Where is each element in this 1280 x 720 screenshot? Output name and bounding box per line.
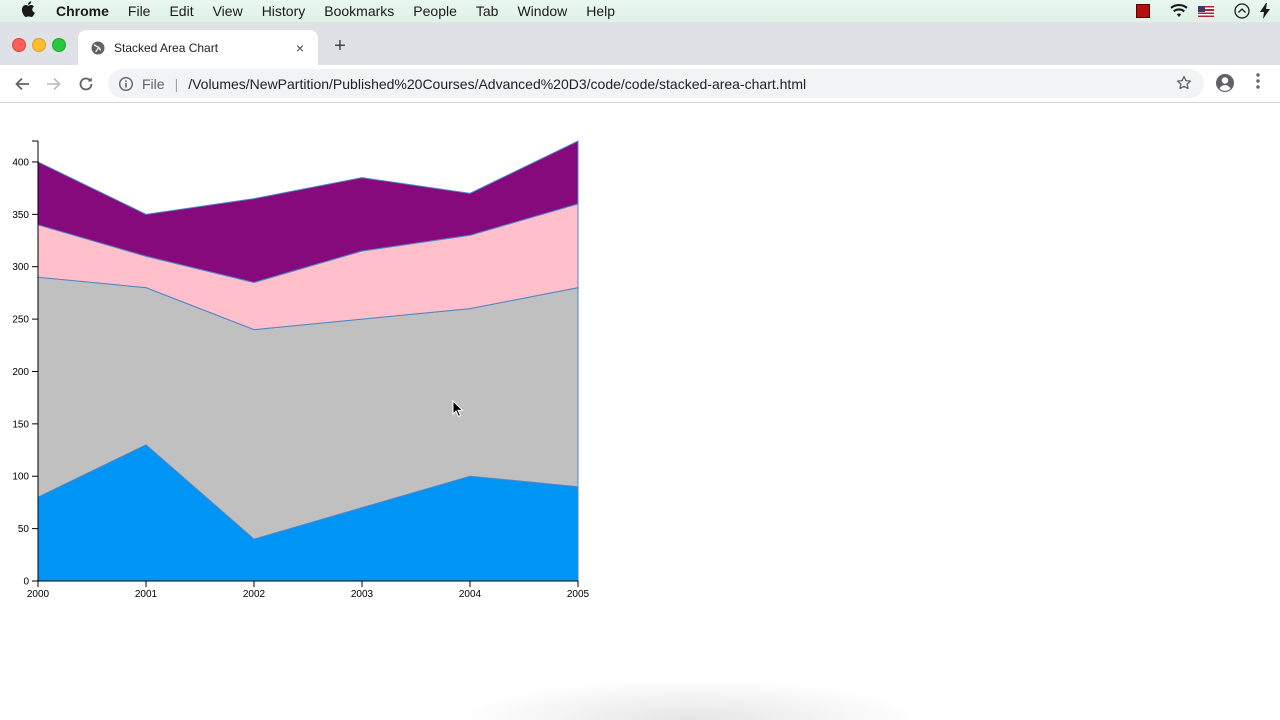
browser-toolbar: File | /Volumes/NewPartition/Published%2… <box>0 65 1280 103</box>
bottom-shadow <box>455 678 925 720</box>
menu-view[interactable]: View <box>213 3 243 19</box>
y-tick-label: 0 <box>23 577 29 588</box>
globe-icon <box>90 40 106 56</box>
x-tick-label: 2002 <box>243 589 266 600</box>
info-icon[interactable] <box>118 76 134 92</box>
y-tick-label: 250 <box>12 315 29 326</box>
menu-people[interactable]: People <box>413 3 457 19</box>
more-menu-icon[interactable] <box>1250 73 1266 93</box>
y-tick-label: 400 <box>12 157 29 168</box>
menu-bookmarks[interactable]: Bookmarks <box>324 3 394 19</box>
menu-window[interactable]: Window <box>517 3 567 19</box>
back-button[interactable] <box>11 73 33 95</box>
tab-title: Stacked Area Chart <box>114 40 219 55</box>
sync-circle-icon[interactable] <box>1234 3 1250 19</box>
arrow-left-icon <box>15 77 29 91</box>
menu-tab[interactable]: Tab <box>476 3 499 19</box>
y-tick-label: 50 <box>18 524 30 535</box>
x-tick-label: 2000 <box>27 589 50 600</box>
bookmark-star-icon[interactable] <box>1176 75 1192 91</box>
tab-strip: Stacked Area Chart × + <box>0 22 1280 65</box>
status-area <box>1136 0 1280 22</box>
reload-button[interactable] <box>75 73 97 95</box>
menu-file[interactable]: File <box>128 3 151 19</box>
us-flag-input-icon[interactable] <box>1198 5 1224 17</box>
y-tick-label: 200 <box>12 367 29 378</box>
y-tick-label: 150 <box>12 419 29 430</box>
reload-icon <box>79 77 93 91</box>
recording-icon[interactable] <box>1136 4 1160 18</box>
tab-close-icon[interactable]: × <box>292 40 308 56</box>
menu-app-chrome[interactable]: Chrome <box>56 3 109 19</box>
profile-avatar-icon[interactable] <box>1215 73 1235 93</box>
url-scheme-label: File <box>142 75 165 92</box>
menu-help[interactable]: Help <box>586 3 615 19</box>
x-tick-label: 2005 <box>567 589 590 600</box>
arrow-right-icon <box>47 77 61 91</box>
zoom-window-button[interactable] <box>52 38 66 52</box>
mouse-cursor-icon <box>452 399 464 418</box>
tab-stacked-area-chart[interactable]: Stacked Area Chart × <box>78 30 318 65</box>
url-text[interactable]: /Volumes/NewPartition/Published%20Course… <box>188 76 806 92</box>
x-tick-label: 2003 <box>351 589 374 600</box>
menu-history[interactable]: History <box>262 3 306 19</box>
address-bar[interactable]: File | /Volumes/NewPartition/Published%2… <box>108 69 1204 98</box>
wifi-icon[interactable] <box>1170 4 1188 18</box>
forward-button[interactable] <box>43 73 65 95</box>
x-tick-label: 2001 <box>135 589 158 600</box>
apple-icon[interactable] <box>20 1 36 21</box>
minimize-window-button[interactable] <box>32 38 46 52</box>
y-tick-label: 100 <box>12 472 29 483</box>
new-tab-button[interactable]: + <box>330 36 350 56</box>
menu-edit[interactable]: Edit <box>169 3 193 19</box>
stacked-area-chart: 0 50 100 150 200 250 300 350 400 2000 2001 2002 2003… <box>12 140 590 600</box>
close-window-button[interactable] <box>12 38 26 52</box>
url-separator: | <box>174 75 179 92</box>
page-content: 0 50 100 150 200 250 300 350 400 2000 2001 2002 2003… <box>0 103 1280 720</box>
x-tick-label: 2004 <box>459 589 482 600</box>
y-tick-label: 350 <box>12 210 29 221</box>
y-tick-label: 300 <box>12 262 29 273</box>
bolt-icon[interactable] <box>1260 3 1270 19</box>
macos-menu-bar: Chrome File Edit View History Bookmarks … <box>0 0 1280 22</box>
